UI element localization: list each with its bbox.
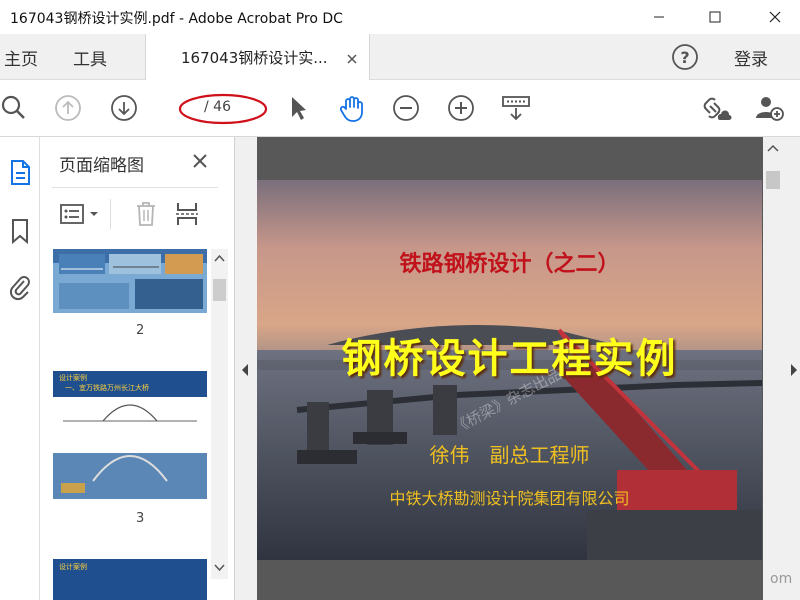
minimize-icon: [654, 16, 664, 18]
previous-page-button[interactable]: [52, 92, 84, 124]
document-tab-label: 167043钢桥设计实...: [181, 49, 328, 67]
thumbnail-page-4[interactable]: 设计案例: [53, 559, 207, 600]
document-tab-close-button[interactable]: [346, 50, 358, 69]
next-page-arrow[interactable]: [789, 362, 799, 381]
extract-pages-button[interactable]: [172, 197, 202, 231]
thumbnail-caption: 设计案例: [59, 374, 87, 382]
share-link-icon: [703, 97, 732, 120]
pdf-page: 铁路钢桥设计（之二） 钢桥设计工程实例 徐伟 副总工程师 中铁大桥勘测设计院集团…: [257, 180, 762, 560]
window-title: 167043钢桥设计实例.pdf - Adobe Acrobat Pro DC: [10, 11, 343, 27]
bookmarks-button[interactable]: [4, 215, 36, 247]
slide-organization: 中铁大桥勘测设计院集团有限公司: [389, 489, 630, 508]
page-up-icon: [55, 95, 81, 121]
close-icon: [769, 11, 781, 23]
tab-document[interactable]: 167043钢桥设计实...: [145, 34, 370, 81]
thumbnail-label: 3: [136, 511, 145, 526]
add-user-icon: [756, 97, 784, 121]
svg-text:?: ?: [680, 48, 689, 67]
thumbnail-options-button[interactable]: [56, 197, 104, 231]
sign-in-button[interactable]: 登录: [734, 34, 768, 80]
share-link-button[interactable]: [700, 92, 732, 124]
panel-title: 页面缩略图: [59, 156, 144, 176]
left-navigation-strip: [0, 137, 40, 600]
toolbar: / 46: [0, 80, 800, 137]
slide-main-title: 钢桥设计工程实例: [341, 335, 678, 382]
hand-icon: [339, 96, 363, 122]
panel-close-button[interactable]: [188, 149, 212, 173]
add-user-button[interactable]: [754, 92, 786, 124]
minimize-button[interactable]: [636, 0, 682, 34]
zoom-in-button[interactable]: [445, 92, 477, 124]
delete-pages-button[interactable]: [130, 197, 162, 231]
menu-bar: 主页 工具 167043钢桥设计实... ? 登录: [0, 34, 800, 81]
thumbnail-scrollbar[interactable]: [211, 249, 228, 579]
zoom-out-icon: [393, 95, 419, 121]
extract-pages-icon: [176, 203, 198, 225]
page-thumbnails-icon: [11, 160, 30, 185]
select-tool-button[interactable]: [282, 92, 314, 124]
scroll-up-icon: [214, 254, 225, 262]
toolbar-separator: [110, 199, 111, 229]
maximize-icon: [709, 11, 721, 23]
thumbnail-image: [53, 249, 207, 313]
scroll-down-icon: [214, 564, 225, 572]
zoom-search-button[interactable]: [0, 92, 30, 124]
select-arrow-icon: [292, 97, 306, 120]
tab-tools[interactable]: 工具: [73, 34, 107, 80]
thumbnail-page-3[interactable]: 设计案例 一、宜万铁路万州长江大桥: [53, 371, 207, 499]
help-button[interactable]: ?: [670, 42, 700, 72]
page-thumbnails-panel: 页面缩略图 2 设计案例 一、宜万铁路万州长江大桥 3 设计案例: [40, 137, 235, 600]
title-bar: 167043钢桥设计实例.pdf - Adobe Acrobat Pro DC: [0, 0, 800, 34]
options-menu-icon: [60, 204, 98, 224]
page-navigator: / 46: [178, 93, 268, 125]
help-icon: ?: [672, 44, 698, 70]
thumbnail-list: 2 设计案例 一、宜万铁路万州长江大桥 3 设计案例: [40, 249, 235, 600]
thumbnail-label: 2: [136, 323, 145, 338]
tab-home[interactable]: 主页: [4, 34, 38, 80]
slide-author: 徐伟 副总工程师: [429, 443, 590, 467]
thumbnail-page-2[interactable]: [53, 249, 207, 313]
paperclip-icon: [9, 276, 30, 301]
corner-watermark: om: [770, 571, 793, 587]
chevron-left-icon: [242, 364, 248, 376]
scroll-mode-button[interactable]: [500, 92, 532, 124]
thumbnail-caption: 设计案例: [59, 563, 87, 571]
zoom-in-icon: [448, 95, 474, 121]
chevron-right-icon: [791, 364, 797, 376]
bookmark-icon: [12, 219, 28, 245]
document-scrollbar[interactable]: [763, 137, 783, 600]
page-thumbnails-button[interactable]: [4, 157, 36, 189]
page-number-input[interactable]: [182, 95, 202, 119]
zoom-out-button[interactable]: [390, 92, 422, 124]
thumbnail-scroll-thumb[interactable]: [213, 279, 226, 301]
slide-series-title: 铁路钢桥设计（之二）: [399, 251, 620, 277]
hand-tool-button[interactable]: [336, 92, 368, 124]
maximize-button[interactable]: [692, 0, 738, 34]
zoom-search-icon: [1, 95, 25, 119]
page-total: / 46: [204, 99, 231, 115]
document-scroll-thumb[interactable]: [766, 171, 780, 189]
thumbnail-heading: 一、宜万铁路万州长江大桥: [65, 384, 149, 392]
previous-page-arrow[interactable]: [240, 362, 250, 381]
close-icon: [347, 54, 357, 64]
scroll-up-icon: [767, 144, 779, 152]
page-down-icon: [111, 95, 137, 121]
next-page-button[interactable]: [108, 92, 140, 124]
attachments-button[interactable]: [4, 271, 36, 303]
panel-divider: [52, 187, 218, 188]
scroll-mode-icon: [502, 96, 530, 121]
close-window-button[interactable]: [752, 0, 798, 34]
close-icon: [193, 154, 207, 168]
trash-icon: [137, 202, 155, 226]
